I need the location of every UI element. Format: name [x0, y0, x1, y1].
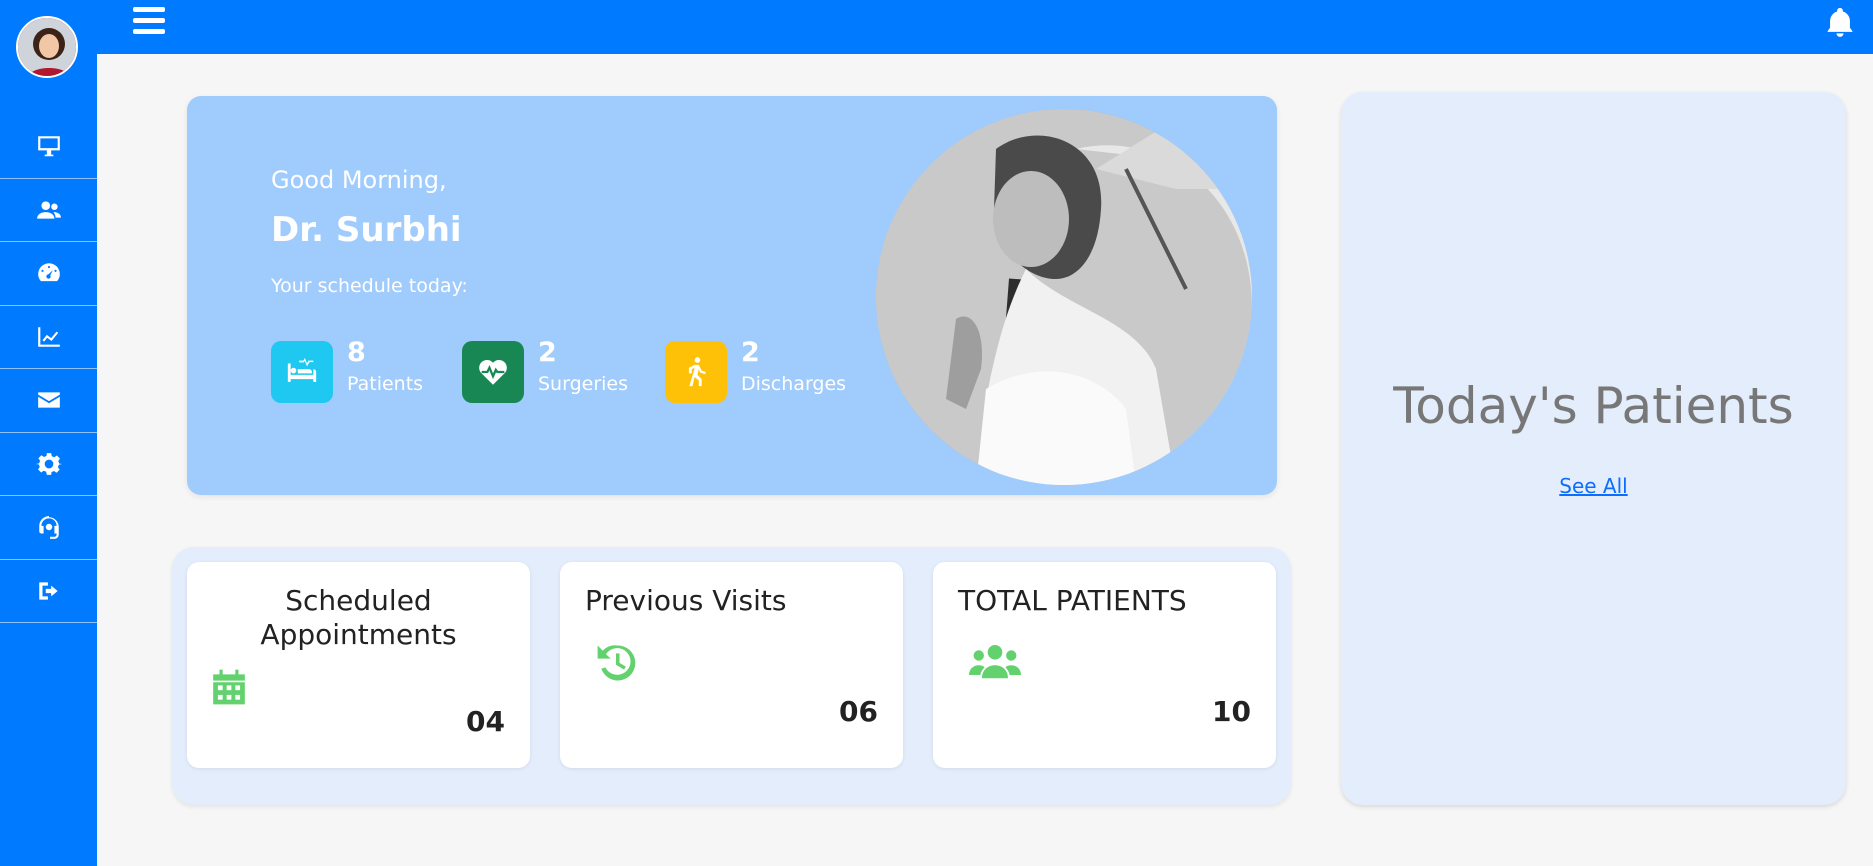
headset-icon — [38, 516, 59, 540]
users-icon — [969, 642, 1021, 682]
sign-out-icon — [38, 582, 58, 600]
sidebar-item-logout[interactable] — [0, 560, 97, 623]
sidebar — [0, 0, 97, 866]
see-all-link[interactable]: See All — [1341, 474, 1846, 498]
bell-icon[interactable] — [1823, 4, 1857, 40]
schedule-label: Your schedule today: — [271, 275, 468, 297]
greeting: Good Morning, — [271, 166, 447, 194]
sidebar-item-analytics[interactable] — [0, 306, 97, 369]
chart-line-icon — [37, 327, 60, 347]
avatar[interactable] — [16, 16, 78, 78]
doctor-name: Dr. Surbhi — [271, 210, 462, 250]
stat-label: Discharges — [741, 373, 847, 395]
history-icon — [595, 642, 637, 684]
gear-icon — [35, 452, 62, 475]
stat-label: Patients — [347, 373, 424, 395]
sidebar-item-settings[interactable] — [0, 433, 97, 496]
gauge-icon — [37, 263, 60, 282]
sidebar-item-patients[interactable] — [0, 179, 97, 242]
card-title: Scheduled Appointments — [260, 584, 457, 651]
sidebar-item-support[interactable] — [0, 496, 97, 560]
todays-patients-panel: Today's Patients See All — [1341, 92, 1846, 805]
hamburger-icon[interactable] — [133, 7, 165, 37]
card-scheduled-appointments[interactable]: Scheduled Appointments 04 — [187, 562, 530, 768]
topbar — [97, 0, 1873, 54]
doctor-photo — [876, 109, 1252, 485]
heartbeat-icon — [462, 341, 524, 403]
todays-patients-title: Today's Patients — [1393, 377, 1794, 435]
stat-surgeries: 2 Surgeries — [462, 337, 628, 403]
card-value: 04 — [466, 705, 505, 738]
card-title: Previous Visits — [585, 584, 787, 617]
card-value: 10 — [1212, 695, 1251, 728]
card-title: TOTAL PATIENTS — [958, 584, 1187, 617]
welcome-card: Good Morning, Dr. Surbhi Your schedule t… — [187, 96, 1277, 495]
walking-icon — [665, 341, 727, 403]
stats-panel: Scheduled Appointments 04 Previous Visit… — [172, 547, 1291, 805]
hospital-bed-icon — [271, 341, 333, 403]
card-value: 06 — [839, 695, 878, 728]
card-previous-visits[interactable]: Previous Visits 06 — [560, 562, 903, 768]
stat-value: 2 — [538, 337, 557, 368]
stat-patients: 8 Patients — [271, 337, 423, 403]
stat-label: Surgeries — [538, 373, 629, 395]
card-total-patients[interactable]: TOTAL PATIENTS 10 — [933, 562, 1276, 768]
sidebar-item-performance[interactable] — [0, 242, 97, 306]
stat-discharges: 2 Discharges — [665, 337, 846, 403]
envelope-icon — [37, 392, 60, 408]
users-icon — [36, 201, 61, 219]
stat-value: 8 — [347, 337, 366, 368]
stat-value: 2 — [741, 337, 760, 368]
sidebar-nav — [0, 115, 97, 623]
calendar-icon — [210, 666, 248, 708]
monitor-icon — [37, 136, 60, 157]
sidebar-item-messages[interactable] — [0, 369, 97, 433]
sidebar-item-dashboard[interactable] — [0, 115, 97, 179]
